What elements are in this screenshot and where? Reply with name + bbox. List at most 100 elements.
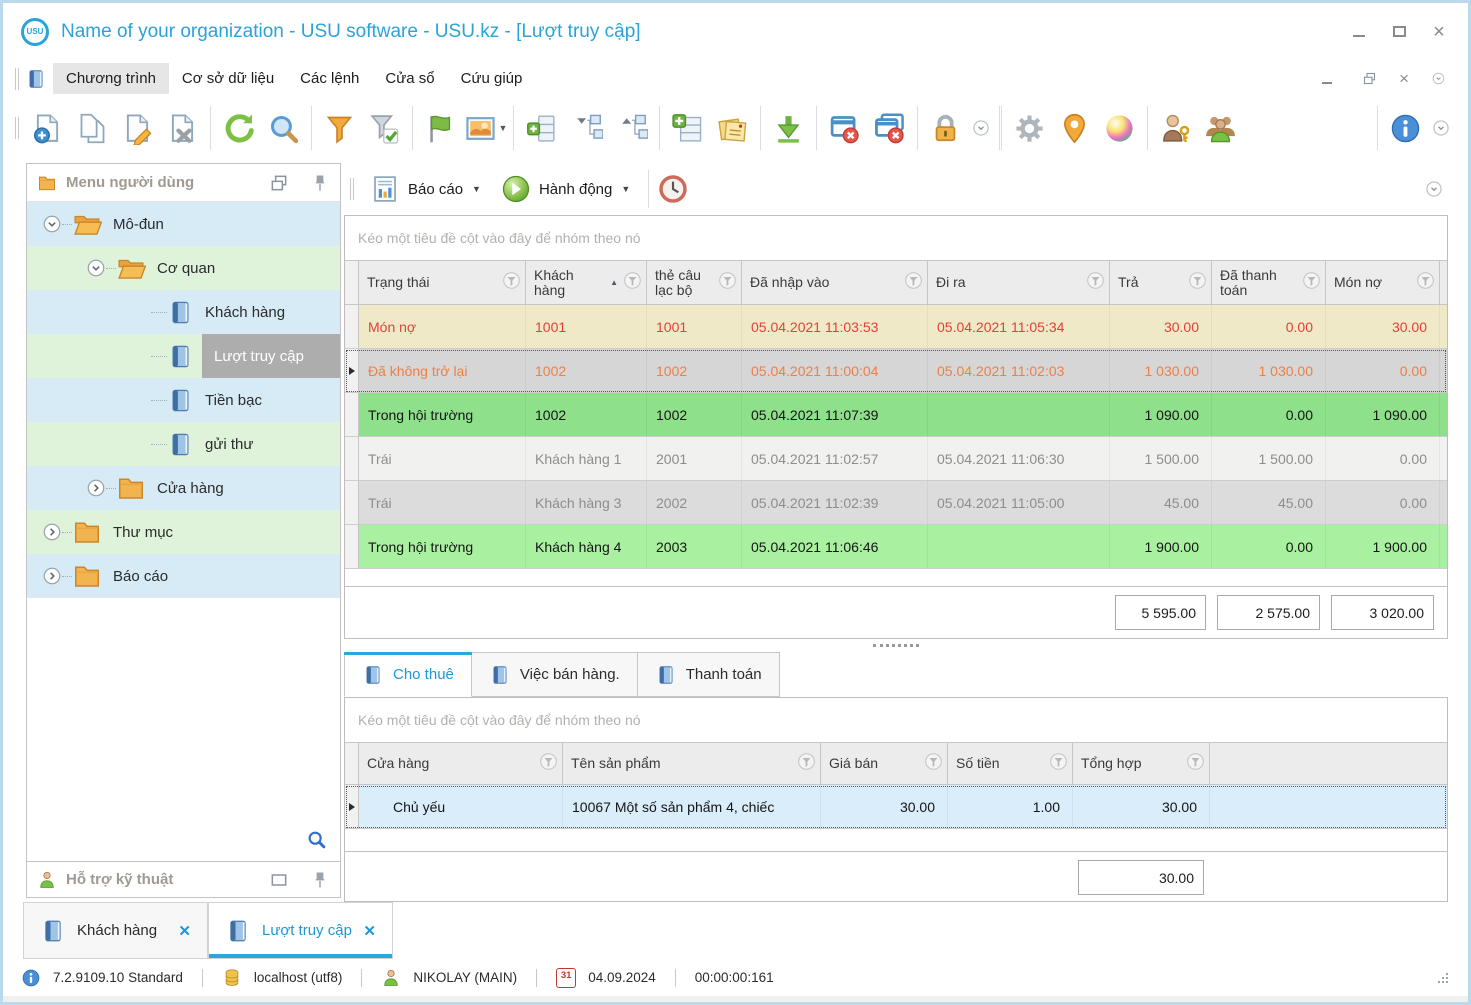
float-panel-icon[interactable] xyxy=(269,173,289,193)
close-all-windows-button[interactable] xyxy=(867,105,912,151)
column-header[interactable]: Tổng hợp xyxy=(1073,743,1210,784)
column-header[interactable]: Đã thanh toán xyxy=(1212,261,1326,304)
filter-icon[interactable] xyxy=(925,752,942,775)
tree-item[interactable]: Tiền bạc xyxy=(27,378,340,422)
mdi-overflow-icon[interactable] xyxy=(1431,71,1446,86)
edit-document-button[interactable] xyxy=(115,105,160,151)
tree-item[interactable]: Lượt truy cập xyxy=(27,334,340,378)
filter-icon[interactable] xyxy=(1303,271,1320,294)
filter-check-button[interactable] xyxy=(362,105,407,151)
column-header[interactable]: Trả xyxy=(1110,261,1212,304)
users-button[interactable] xyxy=(1198,105,1243,151)
new-document-button[interactable] xyxy=(25,105,70,151)
column-header[interactable]: Khách hàng ▲ xyxy=(526,261,647,304)
column-header[interactable]: thẻ câu lạc bộ xyxy=(647,261,742,304)
collapse-icon[interactable] xyxy=(86,258,106,278)
detail-tab[interactable]: Việc bán hàng. xyxy=(471,652,638,697)
filter-icon[interactable] xyxy=(540,752,557,775)
detail-tab[interactable]: Cho thuê xyxy=(344,652,472,697)
clock-icon[interactable] xyxy=(657,173,689,205)
expand-icon[interactable] xyxy=(86,478,106,498)
menu-item[interactable]: Cứu giúp xyxy=(448,63,536,94)
column-header[interactable]: Tên sản phẩm xyxy=(563,743,821,784)
colors-button[interactable] xyxy=(1097,105,1142,151)
table-row[interactable]: Món nợ 1001 1001 05.04.2021 11:03:53 05.04.2… xyxy=(345,305,1447,349)
menu-item[interactable]: Cơ sở dữ liệu xyxy=(169,63,287,94)
toolbar-overflow-icon[interactable] xyxy=(1424,179,1444,199)
filter-icon[interactable] xyxy=(1087,271,1104,294)
user-permissions-button[interactable] xyxy=(1153,105,1198,151)
filter-icon[interactable] xyxy=(624,271,641,294)
filter-icon[interactable] xyxy=(503,271,520,294)
table-row[interactable]: Trái Khách hàng 3 2002 05.04.2021 11:02:39 0… xyxy=(345,481,1447,525)
refresh-button[interactable] xyxy=(216,105,261,151)
column-header[interactable]: Giá bán xyxy=(821,743,948,784)
tree-item[interactable]: Cửa hàng xyxy=(27,466,340,510)
close-tab-icon[interactable]: ✕ xyxy=(363,922,376,940)
mdi-restore-icon[interactable] xyxy=(1362,71,1377,86)
image-button[interactable]: ▼ xyxy=(463,105,508,151)
search-icon[interactable] xyxy=(306,829,328,851)
close-tab-icon[interactable]: ✕ xyxy=(178,922,191,940)
action-button[interactable]: Hành động ▼ xyxy=(491,170,640,208)
filter-icon[interactable] xyxy=(1189,271,1206,294)
menu-item[interactable]: Cửa sổ xyxy=(372,63,447,94)
lock-button[interactable] xyxy=(923,105,968,151)
collapse-tree-button[interactable] xyxy=(564,105,609,151)
document-tab[interactable]: Lượt truy cập ✕ xyxy=(208,902,393,959)
copy-document-button[interactable] xyxy=(70,105,115,151)
notes-button[interactable] xyxy=(710,105,755,151)
delete-document-button[interactable] xyxy=(160,105,205,151)
support-bar[interactable]: Hỗ trợ kỹ thuật xyxy=(27,861,340,897)
add-table-button[interactable] xyxy=(665,105,710,151)
table-row[interactable]: Đã không trở lại 1002 1002 05.04.2021 11:00… xyxy=(345,349,1447,393)
mdi-close-button[interactable]: × xyxy=(1399,69,1409,89)
table-row[interactable]: Trong hội trường Khách hàng 4 2003 05.04.20… xyxy=(345,525,1447,569)
tree-item[interactable]: Khách hàng xyxy=(27,290,340,334)
overflow-button[interactable] xyxy=(1428,105,1454,151)
close-button[interactable]: × xyxy=(1426,20,1452,44)
menu-item[interactable]: Chương trình xyxy=(53,63,169,94)
overflow-button[interactable] xyxy=(968,105,994,151)
menu-item[interactable]: Các lệnh xyxy=(287,63,372,94)
filter-icon[interactable] xyxy=(1187,752,1204,775)
column-header[interactable]: Món nợ xyxy=(1326,261,1440,304)
column-header[interactable]: Cửa hàng xyxy=(359,743,563,784)
tree-item[interactable]: Thư mục xyxy=(27,510,340,554)
tree-item[interactable]: Báo cáo xyxy=(27,554,340,598)
table-row[interactable]: Trong hội trường 1002 1002 05.04.2021 11:07… xyxy=(345,393,1447,437)
report-button[interactable]: Báo cáo ▼ xyxy=(360,170,491,208)
table-row[interactable]: Chủ yếu 10067 Một số sản phẩm 4, chiếc 30.… xyxy=(345,785,1447,829)
search-button[interactable] xyxy=(261,105,306,151)
mdi-minimize-button[interactable] xyxy=(1314,67,1340,91)
restore-panel-icon[interactable] xyxy=(269,870,289,890)
expand-icon[interactable] xyxy=(42,522,62,542)
location-button[interactable] xyxy=(1052,105,1097,151)
flag-button[interactable] xyxy=(418,105,463,151)
tree-item[interactable]: gửi thư xyxy=(27,422,340,466)
column-header[interactable]: Đã nhập vào xyxy=(742,261,928,304)
info-button[interactable] xyxy=(1383,105,1428,151)
filter-icon[interactable] xyxy=(719,271,736,294)
export-button[interactable] xyxy=(766,105,811,151)
add-row-button[interactable] xyxy=(519,105,564,151)
pin-icon[interactable] xyxy=(310,870,330,890)
column-header[interactable]: Trạng thái xyxy=(359,261,526,304)
maximize-button[interactable] xyxy=(1386,20,1412,44)
column-header[interactable]: Đi ra xyxy=(928,261,1110,304)
table-row[interactable]: Trái Khách hàng 1 2001 05.04.2021 11:02:57 0… xyxy=(345,437,1447,481)
filter-icon[interactable] xyxy=(798,752,815,775)
panel-splitter[interactable] xyxy=(344,639,1448,652)
collapse-icon[interactable] xyxy=(42,214,62,234)
filter-icon[interactable] xyxy=(1417,271,1434,294)
column-header[interactable]: Số tiền xyxy=(948,743,1073,784)
tree-item[interactable]: Cơ quan xyxy=(27,246,340,290)
detail-tab[interactable]: Thanh toán xyxy=(637,652,780,697)
settings-button[interactable] xyxy=(1007,105,1052,151)
expand-tree-button[interactable] xyxy=(609,105,654,151)
pin-icon[interactable] xyxy=(310,173,330,193)
filter-icon[interactable] xyxy=(905,271,922,294)
minimize-button[interactable] xyxy=(1346,20,1372,44)
document-tab[interactable]: Khách hàng ✕ xyxy=(23,902,208,959)
filter-button[interactable] xyxy=(317,105,362,151)
